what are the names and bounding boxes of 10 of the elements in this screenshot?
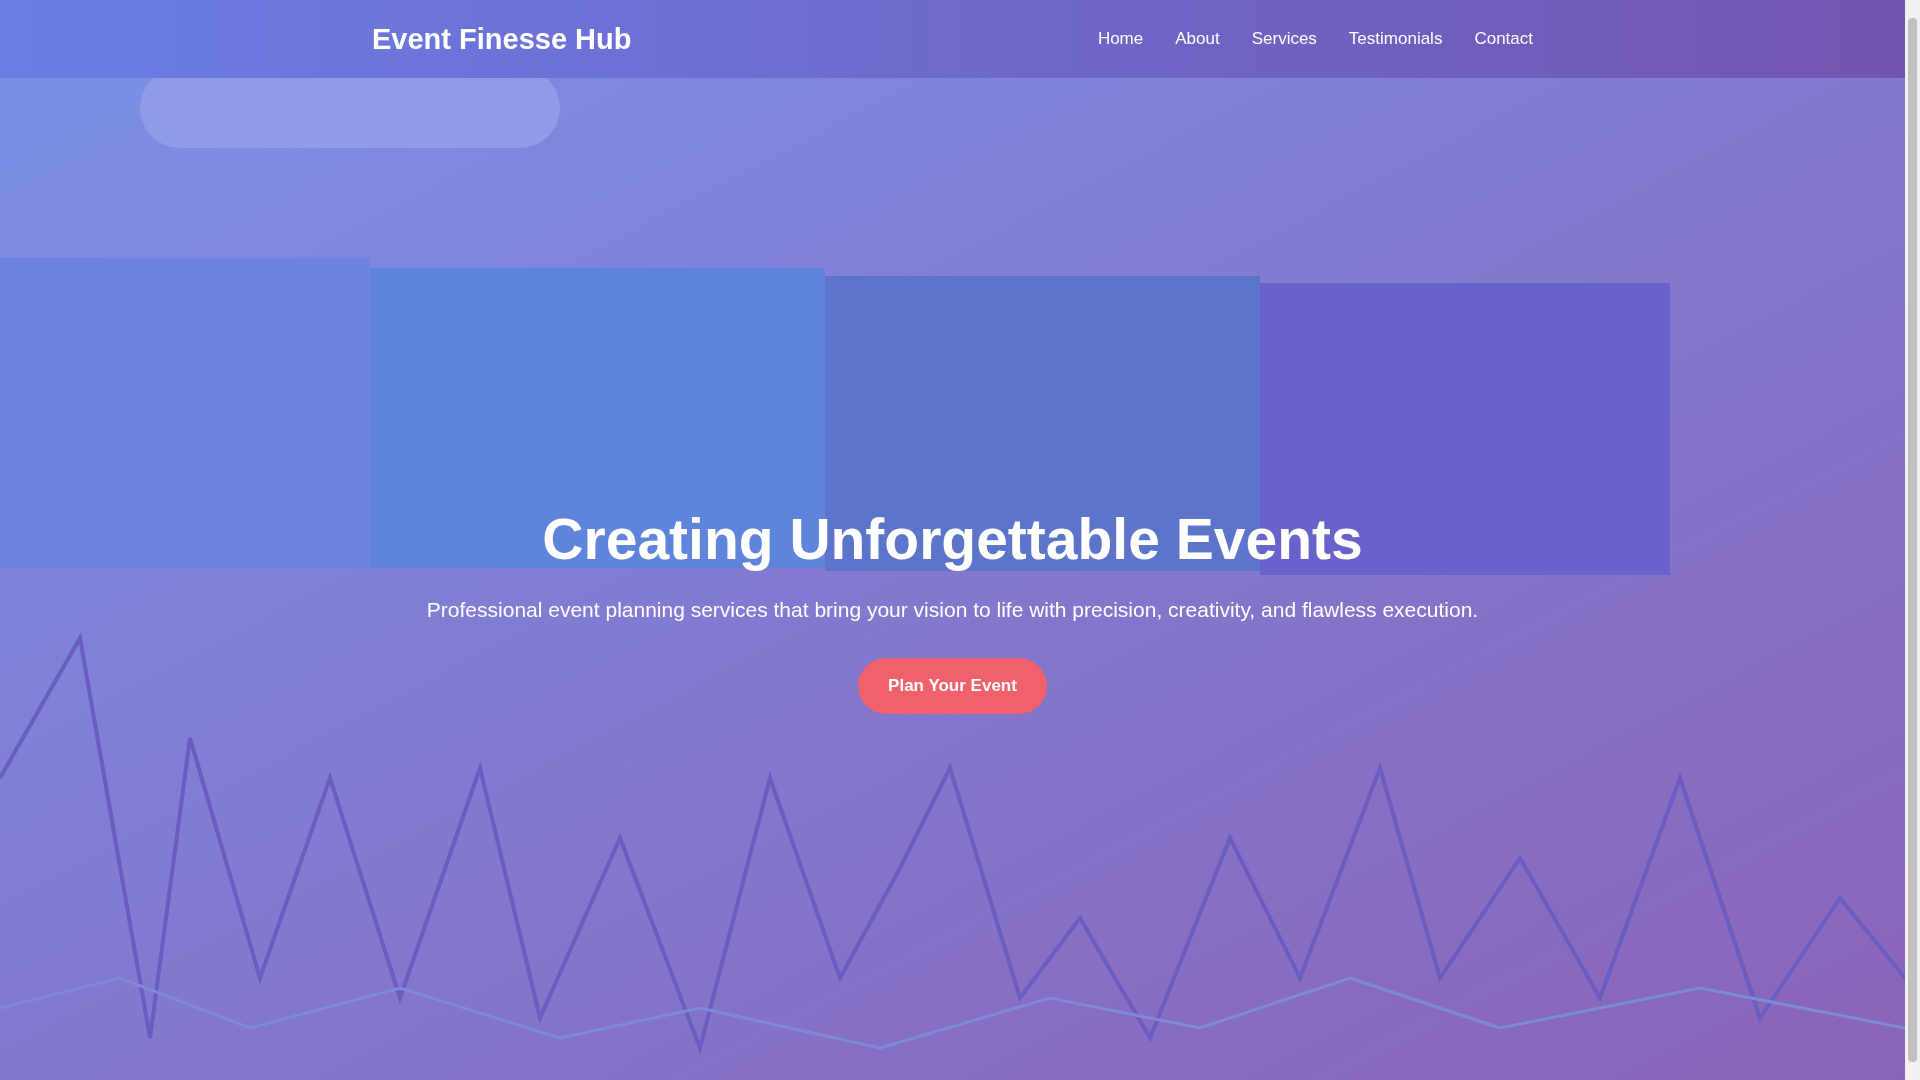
hero-title: Creating Unforgettable Events [542,506,1363,572]
nav-link[interactable]: Services [1251,29,1317,49]
nav-link[interactable]: Testimonials [1348,29,1443,49]
nav-link[interactable]: Home [1097,29,1144,49]
scrollbar[interactable] [1905,0,1920,1080]
plan-event-button[interactable]: Plan Your Event [858,658,1047,714]
nav-link[interactable]: About [1175,29,1220,49]
brand-title: Event Finesse Hub [372,22,632,56]
hero-subtitle: Professional event planning services that bring your vision to life with precision, creativity, and flawless execution. [426,598,1479,622]
nav-link[interactable]: Contact [1474,29,1533,49]
